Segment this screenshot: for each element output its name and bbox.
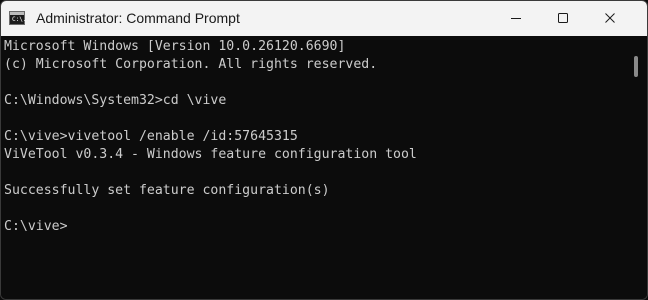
maximize-button[interactable] bbox=[540, 1, 586, 36]
window-title: Administrator: Command Prompt bbox=[36, 10, 240, 26]
maximize-icon bbox=[558, 13, 568, 23]
minimize-button[interactable] bbox=[493, 1, 539, 36]
command-prompt-icon[interactable]: C:\. bbox=[9, 11, 27, 25]
console-output[interactable]: Microsoft Windows [Version 10.0.26120.66… bbox=[1, 36, 625, 299]
close-icon bbox=[605, 13, 615, 23]
app-icon-glyph: C:\. bbox=[12, 16, 27, 23]
console-line: C:\vive>vivetool /enable /id:57645315 bbox=[4, 129, 298, 144]
command-prompt-window: C:\. Administrator: Command Prompt Micro… bbox=[0, 0, 648, 300]
vertical-scrollbar[interactable] bbox=[625, 36, 647, 299]
close-button[interactable] bbox=[587, 1, 633, 36]
title-bar[interactable]: C:\. Administrator: Command Prompt bbox=[1, 1, 647, 36]
console-line: C:\Windows\System32>cd \vive bbox=[4, 93, 227, 108]
console-line: Successfully set feature configuration(s… bbox=[4, 183, 330, 198]
console-line: Microsoft Windows [Version 10.0.26120.66… bbox=[4, 39, 346, 54]
minimize-icon bbox=[511, 18, 521, 19]
console-prompt: C:\vive> bbox=[4, 219, 68, 234]
console-line: (c) Microsoft Corporation. All rights re… bbox=[4, 57, 378, 72]
scrollbar-thumb[interactable] bbox=[634, 56, 638, 77]
console-line: ViVeTool v0.3.4 - Windows feature config… bbox=[4, 147, 417, 162]
